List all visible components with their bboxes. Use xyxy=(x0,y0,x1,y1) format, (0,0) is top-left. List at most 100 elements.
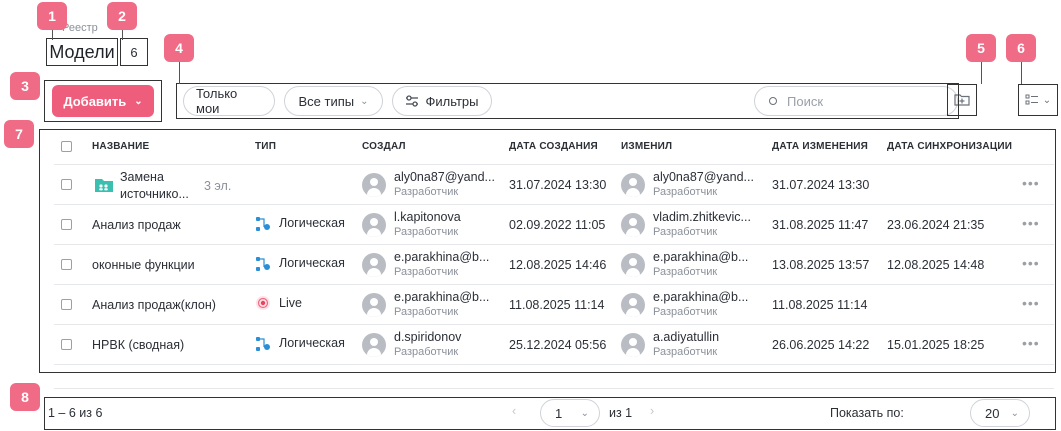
created-by: d.spiridonov xyxy=(394,330,462,344)
select-all-checkbox[interactable] xyxy=(61,141,72,152)
more-actions-icon[interactable]: ••• xyxy=(1022,295,1040,311)
modified-date: 26.06.2025 14:22 xyxy=(772,338,870,352)
row-name[interactable]: Анализ продаж xyxy=(92,218,181,232)
column-header-name[interactable]: НАЗВАНИЕ xyxy=(92,141,149,152)
callout-badge-2: 2 xyxy=(107,2,137,30)
created-by: l.kapitonova xyxy=(394,210,461,224)
add-button[interactable]: Добавить ⌄ xyxy=(52,85,154,117)
modified-date: 11.08.2025 11:14 xyxy=(772,298,868,312)
row-checkbox[interactable] xyxy=(61,299,72,310)
search-icon xyxy=(769,97,777,105)
more-actions-icon[interactable]: ••• xyxy=(1022,215,1040,231)
modified-by-role: Разработчик xyxy=(653,306,718,318)
row-name[interactable]: Анализ продаж(клон) xyxy=(92,298,216,312)
pagination-range: 1 – 6 из 6 xyxy=(48,406,103,420)
sync-date: 15.01.2025 18:25 xyxy=(887,338,985,352)
table-row[interactable]: Анализ продаж(клон) Live e.parakhina@b..… xyxy=(54,285,1054,325)
more-actions-icon[interactable]: ••• xyxy=(1022,335,1040,351)
created-by-role: Разработчик xyxy=(394,346,459,358)
created-date: 25.12.2024 05:56 xyxy=(509,338,607,352)
live-model-icon xyxy=(256,296,270,310)
table-row[interactable]: Анализ продаж Логическая l.kapitonova Ра… xyxy=(54,205,1054,245)
page-select-value: 1 xyxy=(555,405,563,421)
row-name[interactable]: НРВК (сводная) xyxy=(92,338,184,352)
row-checkbox[interactable] xyxy=(61,179,72,190)
row-checkbox[interactable] xyxy=(61,259,72,270)
more-actions-icon[interactable]: ••• xyxy=(1022,255,1040,271)
chevron-left-icon[interactable]: ‹ xyxy=(512,404,516,418)
per-page-select[interactable]: 20 ⌄ xyxy=(970,399,1030,427)
avatar xyxy=(362,213,386,237)
type-filter-label: Все типы xyxy=(298,93,355,109)
row-name[interactable]: оконные функции xyxy=(92,258,195,272)
avatar xyxy=(362,253,386,277)
column-header-created-date[interactable]: ДАТА СОЗДАНИЯ xyxy=(509,141,598,152)
row-name[interactable]: Замена xyxy=(120,170,164,185)
modified-by: e.parakhina@b... xyxy=(653,250,749,264)
row-type: Логическая xyxy=(279,216,345,230)
created-by-role: Разработчик xyxy=(394,186,459,198)
row-checkbox[interactable] xyxy=(61,339,72,350)
callout-badge-7: 7 xyxy=(4,120,34,148)
row-name-full[interactable]: источнико... xyxy=(120,187,189,201)
created-by-role: Разработчик xyxy=(394,226,459,238)
modified-by: e.parakhina@b... xyxy=(653,290,749,304)
breadcrumb[interactable]: Реестр xyxy=(62,22,98,34)
per-page-value: 20 xyxy=(985,405,1000,421)
only-mine-filter[interactable]: Только мои xyxy=(183,86,275,116)
type-filter-select[interactable]: Все типы ⌄ xyxy=(284,86,383,116)
column-header-created-by[interactable]: СОЗДАЛ xyxy=(362,141,406,152)
chevron-down-icon: ⌄ xyxy=(1010,407,1019,419)
avatar xyxy=(362,333,386,357)
filters-label: Фильтры xyxy=(425,93,479,109)
modified-by-role: Разработчик xyxy=(653,266,718,278)
filters-button[interactable]: Фильтры xyxy=(392,86,492,116)
callout-badge-5: 5 xyxy=(966,34,996,62)
callout-badge-6: 6 xyxy=(1006,34,1036,62)
callout-badge-8: 8 xyxy=(10,383,40,411)
more-actions-icon[interactable]: ••• xyxy=(1022,175,1040,191)
logical-model-icon xyxy=(256,217,270,231)
column-header-sync-date[interactable]: ДАТА СИНХРОНИЗАЦИИ xyxy=(887,141,1012,152)
row-type: Логическая xyxy=(279,336,345,350)
created-date: 02.09.2022 11:05 xyxy=(509,218,606,232)
created-by: e.parakhina@b... xyxy=(394,250,490,264)
page-total: из 1 xyxy=(609,406,633,420)
table-row[interactable]: оконные функции Логическая e.parakhina@b… xyxy=(54,245,1054,285)
created-by: aly0na87@yand... xyxy=(394,170,495,184)
upload-button[interactable] xyxy=(950,90,974,110)
column-header-modified-by[interactable]: ИЗМЕНИЛ xyxy=(621,141,672,152)
created-by: e.parakhina@b... xyxy=(394,290,490,304)
sync-date: 12.08.2025 14:48 xyxy=(887,258,985,272)
view-mode-select[interactable]: ⌄ xyxy=(1021,90,1055,110)
table-row[interactable]: НРВК (сводная) Логическая d.spiridonov Р… xyxy=(54,325,1054,365)
per-page-label: Показать по: xyxy=(830,406,904,420)
avatar xyxy=(621,333,645,357)
created-date: 31.07.2024 13:30 xyxy=(509,178,607,192)
modified-date: 31.07.2024 13:30 xyxy=(772,178,870,192)
modified-by: a.adiyatullin xyxy=(653,330,720,344)
search-input[interactable]: Поиск xyxy=(754,86,958,116)
chevron-down-icon: ⌄ xyxy=(134,95,143,107)
row-checkbox[interactable] xyxy=(61,219,72,230)
created-by-role: Разработчик xyxy=(394,266,459,278)
only-mine-label: Только мои xyxy=(196,86,238,116)
avatar xyxy=(621,213,645,237)
page-select[interactable]: 1 ⌄ xyxy=(540,399,600,427)
created-by-role: Разработчик xyxy=(394,306,459,318)
column-header-type[interactable]: ТИП xyxy=(255,141,276,152)
avatar xyxy=(621,173,645,197)
avatar xyxy=(621,253,645,277)
sliders-icon xyxy=(406,95,419,107)
chevron-right-icon[interactable]: › xyxy=(650,404,654,418)
chevron-down-icon: ⌄ xyxy=(580,407,589,419)
avatar xyxy=(362,173,386,197)
column-header-modified-date[interactable]: ДАТА ИЗМЕНЕНИЯ xyxy=(772,141,868,152)
sync-date: 23.06.2024 21:35 xyxy=(887,218,985,232)
add-button-label: Добавить xyxy=(63,93,127,109)
table-row[interactable]: Замена источнико... 3 эл. aly0na87@yand.… xyxy=(54,165,1054,205)
chevron-down-icon: ⌄ xyxy=(1042,94,1052,106)
list-view-icon xyxy=(1025,94,1038,105)
folder-plus-icon xyxy=(954,94,970,106)
created-date: 12.08.2025 14:46 xyxy=(509,258,607,272)
